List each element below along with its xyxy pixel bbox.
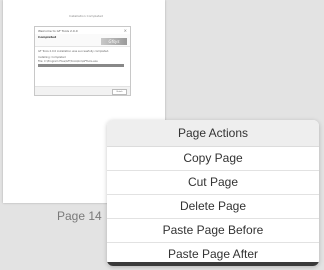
menu-bottom-bar <box>107 262 319 266</box>
menu-item-delete-page[interactable]: Delete Page <box>107 195 319 219</box>
thumbnail-caption: Installation Completed <box>69 14 103 18</box>
thumbnail-dialog-line: Installing: Completed <box>38 56 66 59</box>
menu-item-copy-page[interactable]: Copy Page <box>107 147 319 171</box>
thumbnail-dialog-header: Completed Gfsys <box>35 34 130 47</box>
menu-item-paste-page-before[interactable]: Paste Page Before <box>107 219 319 243</box>
thumbnail-dialog-title: Welcome to GF Tools 2.0.0 <box>38 29 78 33</box>
menu-header: Page Actions <box>107 120 319 147</box>
logo: Gfsys <box>101 38 127 45</box>
thumbnail-dialog-line: File: C:\Program Files\GF\Tools\bin\GFTo… <box>38 60 98 63</box>
thumbnail-progress-bar <box>38 64 124 67</box>
page-actions-menu: Page Actions Copy Page Cut Page Delete P… <box>107 120 319 266</box>
menu-item-cut-page[interactable]: Cut Page <box>107 171 319 195</box>
thumbnail-progress-fill <box>38 64 124 67</box>
thumbnail-dialog: Welcome to GF Tools 2.0.0 × Completed Gf… <box>34 26 131 96</box>
thumbnail-finish-button: Finish <box>112 89 127 95</box>
thumbnail-dialog-heading: Completed <box>38 35 57 39</box>
thumbnail-dialog-line: GF Tools 2.0.0 installation was successf… <box>38 50 110 53</box>
close-icon: × <box>123 28 127 33</box>
thumbnail-dialog-footer: Finish <box>35 86 130 95</box>
